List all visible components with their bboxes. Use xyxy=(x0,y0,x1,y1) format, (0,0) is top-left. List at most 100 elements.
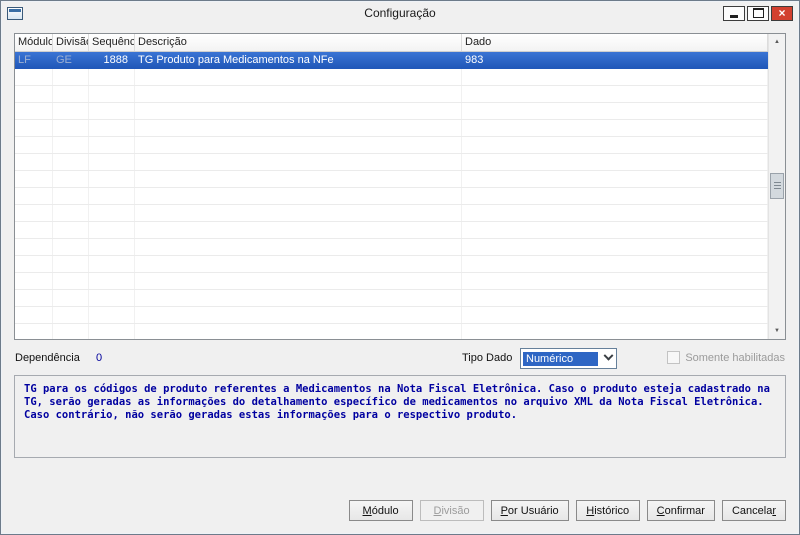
dependencia-value: 0 xyxy=(96,352,103,364)
table-cell xyxy=(15,137,53,153)
table-row[interactable] xyxy=(15,120,768,137)
combo-dropdown-button[interactable] xyxy=(600,349,616,368)
table-cell xyxy=(462,86,768,102)
label-key: r xyxy=(772,504,776,517)
table-cell xyxy=(53,171,89,187)
table-cell xyxy=(53,256,89,272)
scroll-up-icon[interactable]: ▲ xyxy=(769,34,785,50)
controls-row: Dependência 0 Tipo Dado Numérico Somente… xyxy=(14,347,786,369)
table-cell xyxy=(89,205,135,221)
table-row[interactable] xyxy=(15,137,768,154)
table-cell xyxy=(462,171,768,187)
table-row[interactable] xyxy=(15,222,768,239)
somente-habilitadas-label: Somente habilitadas xyxy=(685,351,785,364)
table-row[interactable] xyxy=(15,256,768,273)
table-cell xyxy=(135,205,462,221)
table-cell xyxy=(89,171,135,187)
somente-habilitadas-checkbox xyxy=(667,351,681,364)
scrollbar-thumb[interactable] xyxy=(770,172,784,199)
column-header-sequencia[interactable]: Sequência xyxy=(89,34,135,51)
dependencia-label: Dependência xyxy=(15,352,80,364)
cell-dado: 983 xyxy=(465,54,484,66)
scrollbar-track[interactable] xyxy=(769,50,785,323)
cancelar-button[interactable]: Cancela r xyxy=(721,500,786,521)
title-bar[interactable]: Configuração × xyxy=(1,1,799,25)
chevron-down-icon xyxy=(603,350,613,361)
column-header-descricao[interactable]: Descrição xyxy=(135,34,462,51)
por-usuario-button[interactable]: Por Usuário xyxy=(490,500,569,521)
table-cell xyxy=(135,273,462,289)
cell-modulo: LF xyxy=(18,54,31,66)
table-cell xyxy=(135,307,462,323)
cell-sequencia: 1888 xyxy=(103,54,128,66)
close-button[interactable]: × xyxy=(771,5,793,21)
scroll-down-icon[interactable]: ▼ xyxy=(769,323,785,339)
table-cell xyxy=(15,188,53,204)
table-cell xyxy=(89,137,135,153)
table-row[interactable] xyxy=(15,188,768,205)
tipo-dado-select[interactable]: Numérico xyxy=(520,348,617,369)
table-cell xyxy=(462,256,768,272)
historico-button[interactable]: Histórico xyxy=(575,500,640,521)
table-cell xyxy=(135,137,462,153)
label-key: D xyxy=(433,504,442,517)
table-cell xyxy=(89,273,135,289)
table-row[interactable] xyxy=(15,154,768,171)
table-cell xyxy=(135,171,462,187)
label-post: ódulo xyxy=(371,504,399,517)
table-row[interactable] xyxy=(15,290,768,307)
table-cell xyxy=(89,86,135,102)
column-header-dado[interactable]: Dado xyxy=(462,34,768,51)
column-header-modulo[interactable]: Módulo xyxy=(15,34,53,51)
table-row-selected[interactable]: LF GE 1888 TG Produto para Medicamentos … xyxy=(15,52,768,69)
cell-descricao: TG Produto para Medicamentos na NFe xyxy=(138,54,334,66)
table-row[interactable] xyxy=(15,103,768,120)
table-cell xyxy=(89,154,135,170)
table-cell xyxy=(135,256,462,272)
vertical-scrollbar[interactable]: ▲ ▼ xyxy=(768,34,785,339)
table-row[interactable] xyxy=(15,324,768,339)
table-cell xyxy=(15,120,53,136)
table-cell xyxy=(15,103,53,119)
configuration-table: Módulo Divisão Sequência Descrição Dado … xyxy=(14,33,786,340)
maximize-button[interactable] xyxy=(747,5,769,21)
table-cell xyxy=(15,86,53,102)
table-cell xyxy=(53,86,89,102)
table-header: Módulo Divisão Sequência Descrição Dado xyxy=(15,34,768,52)
table-cell xyxy=(15,256,53,272)
table-cell xyxy=(89,307,135,323)
table-row[interactable] xyxy=(15,307,768,324)
tipo-dado-selected-value[interactable]: Numérico xyxy=(523,351,598,366)
configuration-dialog: Configuração × Módulo Divisão Sequência … xyxy=(0,0,800,535)
table-cell xyxy=(135,239,462,255)
table-cell xyxy=(53,290,89,306)
modulo-button[interactable]: Módulo xyxy=(348,500,413,521)
table-cell xyxy=(15,69,53,85)
table-row[interactable] xyxy=(15,239,768,256)
table-cell xyxy=(462,205,768,221)
table-cell xyxy=(89,69,135,85)
column-header-divisao[interactable]: Divisão xyxy=(53,34,89,51)
tipo-dado-label: Tipo Dado xyxy=(462,352,513,364)
table-cell xyxy=(462,120,768,136)
table-row[interactable] xyxy=(15,205,768,222)
table-row[interactable] xyxy=(15,171,768,188)
minimize-button[interactable] xyxy=(723,5,745,21)
table-cell xyxy=(53,273,89,289)
table-row[interactable] xyxy=(15,69,768,86)
table-cell xyxy=(135,103,462,119)
table-cell xyxy=(15,290,53,306)
table-cell xyxy=(462,188,768,204)
label-key: P xyxy=(500,504,508,517)
label-post: istórico xyxy=(594,504,630,517)
table-row[interactable] xyxy=(15,86,768,103)
confirmar-button[interactable]: Confirmar xyxy=(646,500,715,521)
window-controls: × xyxy=(721,5,793,21)
table-cell xyxy=(15,273,53,289)
description-panel: TG para os códigos de produto referentes… xyxy=(14,375,786,458)
table-row[interactable] xyxy=(15,273,768,290)
table-cell xyxy=(89,103,135,119)
table-cell xyxy=(53,307,89,323)
label-post: or Usuário xyxy=(507,504,559,517)
table-cell xyxy=(53,324,89,339)
